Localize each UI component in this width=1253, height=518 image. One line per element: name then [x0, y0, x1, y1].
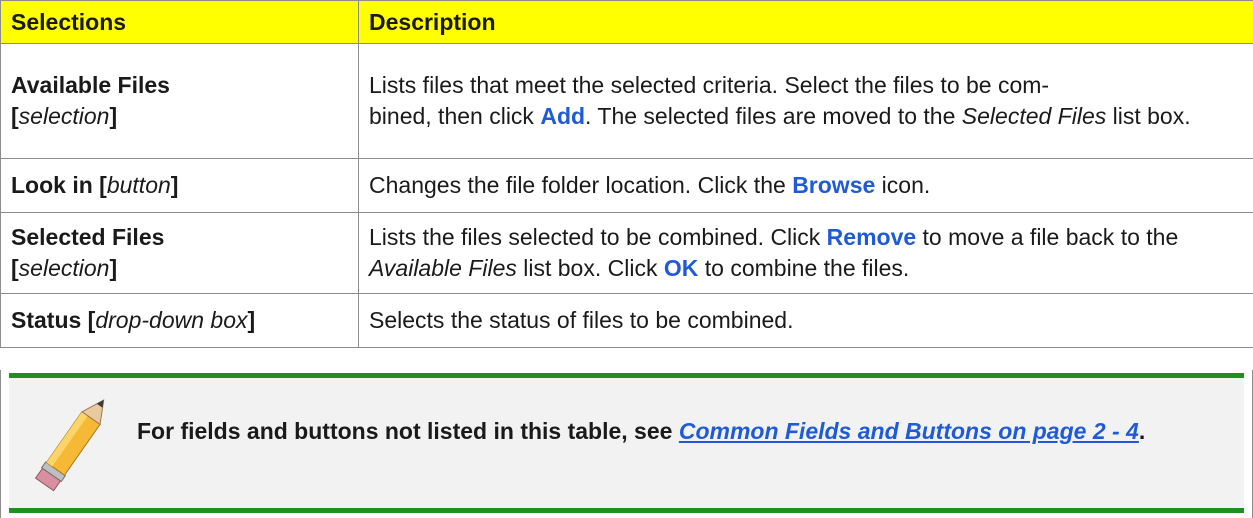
selection-cell: Status [drop-down box]	[0, 293, 359, 348]
selection-name: Status [	[11, 307, 96, 333]
header-selections: Selections	[0, 0, 359, 44]
table-row: Selected Files [selection] Lists the fil…	[0, 212, 1253, 294]
pencil-icon	[20, 386, 130, 496]
table-row: Available Files [selection] Lists files …	[0, 43, 1253, 159]
note-text-before: For fields and buttons not listed in thi…	[137, 418, 679, 444]
note-text: For fields and buttons not listed in thi…	[137, 415, 1217, 448]
table-row: Status [drop-down box] Selects the statu…	[0, 293, 1253, 348]
note-box: For fields and buttons not listed in thi…	[0, 370, 1253, 518]
divider	[0, 370, 1, 518]
description-cell: Lists files that meet the selected crite…	[358, 43, 1253, 159]
selection-cell: Selected Files [selection]	[0, 212, 359, 294]
selection-name: Available Files	[11, 72, 170, 98]
selections-table: Selections Description Available Files […	[0, 0, 1253, 348]
selection-type: button	[106, 172, 171, 198]
description-cell: Selects the status of files to be combin…	[358, 293, 1253, 348]
selection-bracket-close: ]	[170, 172, 179, 198]
selection-bracket-close: ]	[247, 307, 256, 333]
common-fields-link[interactable]: Common Fields and Buttons on page 2 - 4	[679, 418, 1139, 444]
selection-name: Look in [	[11, 172, 107, 198]
description-text: Lists files that meet the selected crite…	[369, 72, 1050, 98]
note-bottom-border	[9, 508, 1244, 513]
selection-type: selection	[18, 103, 110, 129]
ok-keyword: OK	[663, 255, 699, 281]
description-text: to move a file back to the	[916, 224, 1179, 250]
description-text: list box. Click	[516, 255, 664, 281]
description-cell: Changes the file folder location. Click …	[358, 158, 1253, 213]
description-text: list box.	[1106, 103, 1191, 129]
description-text: to combine the files.	[698, 255, 910, 281]
selection-type: selection	[18, 255, 110, 281]
selection-cell: Available Files [selection]	[0, 43, 359, 159]
note-text-after: .	[1138, 418, 1146, 444]
description-text: bined, then click	[369, 103, 541, 129]
selection-bracket-open: [	[11, 103, 19, 129]
description-text: Lists the files selected to be combined.…	[369, 224, 827, 250]
selection-bracket-close: ]	[109, 255, 118, 281]
add-keyword: Add	[540, 103, 586, 129]
selection-cell: Look in [button]	[0, 158, 359, 213]
selected-files-ref: Selected Files	[961, 103, 1107, 129]
selection-name: Selected Files	[11, 224, 165, 250]
selection-type: drop-down box	[95, 307, 248, 333]
description-text: Selects the status of files to be combin…	[369, 307, 794, 333]
header-description: Description	[358, 0, 1253, 44]
description-cell: Lists the files selected to be combined.…	[358, 212, 1253, 294]
selection-bracket-open: [	[11, 255, 19, 281]
table-header-row: Selections Description	[0, 0, 1253, 44]
browse-keyword: Browse	[792, 172, 876, 198]
description-text: . The selected files are moved to the	[585, 103, 962, 129]
table-row: Look in [button] Changes the file folder…	[0, 158, 1253, 213]
description-text: Changes the file folder location. Click …	[369, 172, 793, 198]
remove-keyword: Remove	[826, 224, 917, 250]
available-files-ref: Available Files	[369, 255, 517, 281]
description-text: icon.	[875, 172, 931, 198]
selection-bracket-close: ]	[109, 103, 118, 129]
